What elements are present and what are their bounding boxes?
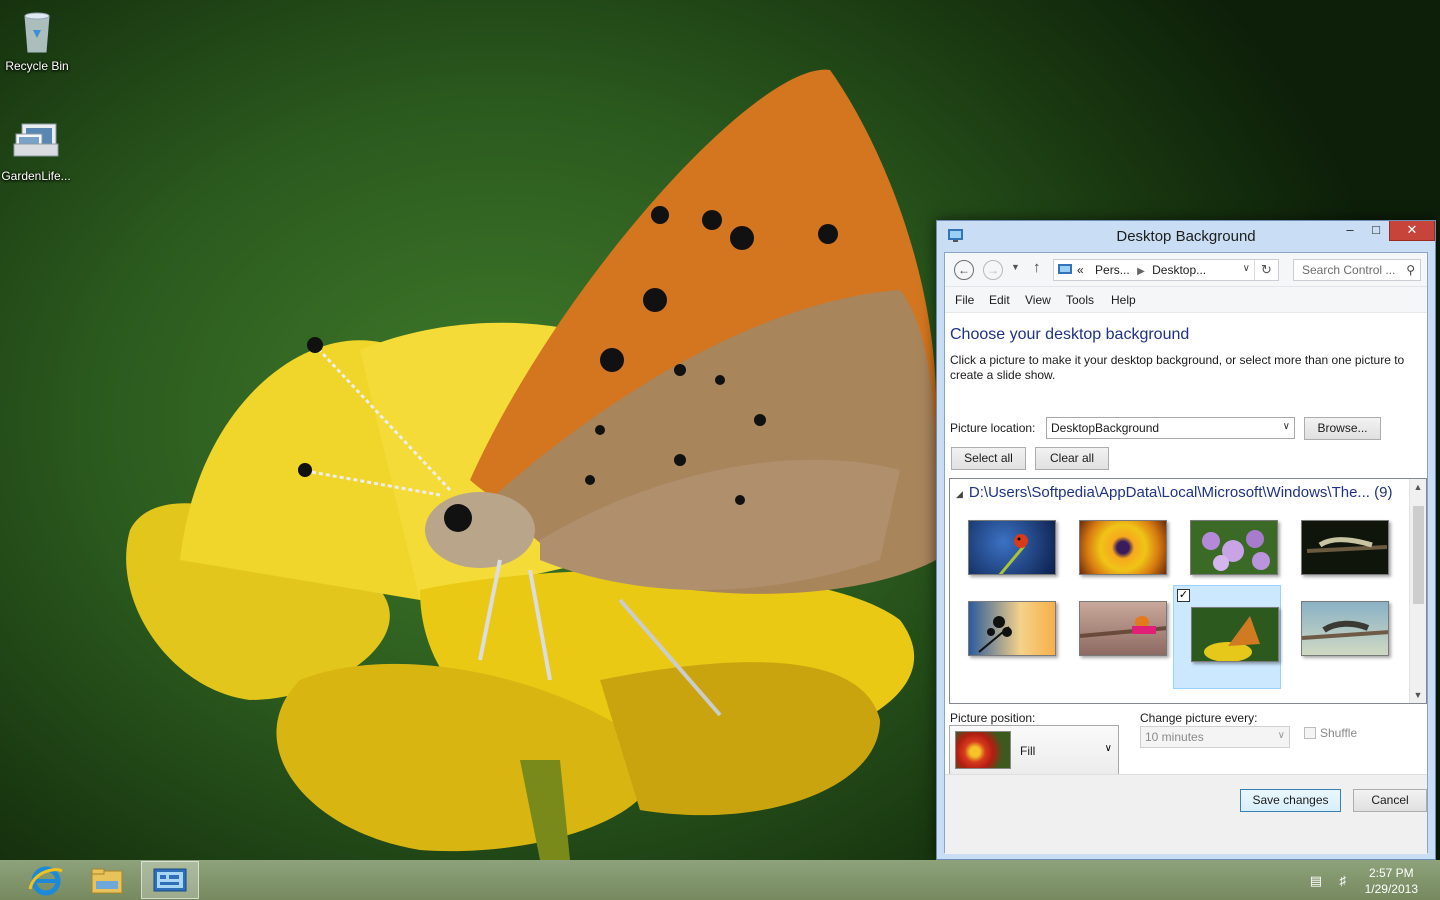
back-icon[interactable]: ← [954, 260, 974, 280]
desktop-icon-label: Recycle Bin [5, 59, 69, 73]
search-input[interactable]: Search Control ... ⚲ [1293, 259, 1421, 281]
volume-icon[interactable]: ♯ [1340, 873, 1347, 888]
breadcrumb-overflow[interactable]: « [1077, 263, 1084, 277]
taskbar-control-panel[interactable] [141, 861, 199, 899]
picture-position-preview [955, 731, 1011, 769]
desktop-icon-recycle-bin[interactable]: Recycle Bin [1, 8, 73, 73]
minimize-button[interactable]: – [1337, 221, 1363, 241]
recycle-bin-icon [13, 8, 61, 56]
page-description: Click a picture to make it your desktop … [950, 353, 1405, 382]
control-panel-icon [153, 868, 187, 892]
window-client-area: ← → ▼ ↑ « Pers... ▶ Desktop... ∨ ↻ Searc… [944, 252, 1428, 854]
picture-location-select[interactable]: DesktopBackground ∨ [1046, 417, 1295, 439]
title-bar[interactable]: Desktop Background – □ ✕ [937, 221, 1435, 251]
theme-pack-icon [12, 118, 60, 166]
thumbnail-image [1079, 520, 1167, 575]
select-all-button[interactable]: Select all [951, 447, 1026, 470]
dialog-footer: Save changes Cancel [945, 774, 1427, 854]
shuffle-label: Shuffle [1320, 726, 1358, 740]
checkbox-box[interactable] [1304, 727, 1316, 739]
browse-button[interactable]: Browse... [1304, 417, 1381, 440]
scrollbar-thumb[interactable] [1413, 506, 1424, 604]
refresh-icon[interactable]: ↻ [1254, 260, 1278, 280]
group-path: D:\Users\Softpedia\AppData\Local\Microso… [968, 484, 1370, 501]
menu-item-help[interactable]: Help [1111, 293, 1136, 307]
scroll-down-icon[interactable]: ▼ [1410, 687, 1426, 703]
thumbnail-caterpillar-branch[interactable] [1284, 585, 1392, 689]
thumbnail-butterfly-yellow[interactable]: ✓ [1173, 585, 1281, 689]
taskbar-file-explorer[interactable] [78, 861, 136, 899]
desktop-icon-gardenlife[interactable]: GardenLife... [0, 118, 72, 183]
network-icon[interactable]: ▤ [1310, 873, 1322, 889]
menu-item-file[interactable]: File [955, 293, 974, 307]
thumbnail-image [1079, 601, 1167, 656]
menu-item-tools[interactable]: Tools [1066, 293, 1094, 307]
thumbnail-image [1191, 607, 1279, 662]
thumbnail-rosehip-sunset[interactable] [951, 585, 1059, 689]
thumbnail-image [1190, 520, 1278, 575]
search-icon: ⚲ [1406, 263, 1415, 277]
gallery-scrollbar[interactable]: ▲ ▼ [1409, 479, 1426, 703]
group-count: (9) [1374, 484, 1393, 501]
picture-position-select[interactable]: Fill ∨ [949, 725, 1119, 775]
breadcrumb-item-desktop-background[interactable]: Desktop... [1152, 263, 1206, 277]
recent-locations-chevron-icon[interactable]: ▼ [1011, 262, 1020, 272]
thumbnail-image [1301, 520, 1389, 575]
maximize-button[interactable]: □ [1363, 221, 1389, 241]
control-panel-icon [1058, 264, 1072, 276]
menu-bar: File Edit View Tools Help [945, 287, 1427, 313]
chevron-down-icon: ∨ [1104, 743, 1112, 754]
forward-icon[interactable]: → [983, 260, 1003, 280]
breadcrumb: « Pers... ▶ Desktop... [1077, 263, 1206, 277]
change-picture-label: Change picture every: [1140, 711, 1258, 725]
picture-location-label: Picture location: [950, 421, 1036, 435]
up-arrow-icon[interactable]: ↑ [1033, 259, 1041, 276]
desktop-icon-label: GardenLife... [1, 169, 71, 183]
change-interval-select[interactable]: 10 minutes ∨ [1140, 726, 1290, 748]
main-content: Choose your desktop background Click a p… [945, 313, 1427, 775]
picture-gallery: ◢ D:\Users\Softpedia\AppData\Local\Micros… [949, 478, 1427, 704]
thumbnail-ladybug-branch[interactable] [1062, 585, 1170, 689]
picture-position-label: Picture position: [950, 711, 1036, 725]
menu-item-edit[interactable]: Edit [989, 293, 1010, 307]
picture-position-value: Fill [1020, 744, 1036, 758]
change-interval-value: 10 minutes [1145, 730, 1204, 744]
clear-all-button[interactable]: Clear all [1035, 447, 1109, 470]
desktop-background-window: Desktop Background – □ ✕ ← → ▼ ↑ « Pers.… [936, 220, 1436, 860]
taskbar-internet-explorer[interactable] [16, 861, 74, 899]
taskbar: ▤ ♯ 2:57 PM 1/29/2013 [0, 860, 1440, 900]
close-button[interactable]: ✕ [1389, 221, 1435, 241]
clock-time: 2:57 PM [1368, 866, 1414, 880]
navigation-bar: ← → ▼ ↑ « Pers... ▶ Desktop... ∨ ↻ Searc… [945, 253, 1427, 287]
thumbnail-image [968, 601, 1056, 656]
chevron-down-icon: ∨ [1282, 421, 1290, 432]
search-placeholder: Search Control ... [1302, 263, 1396, 277]
internet-explorer-icon [28, 866, 63, 896]
thumbnail-image [968, 520, 1056, 575]
save-changes-button[interactable]: Save changes [1240, 789, 1341, 812]
breadcrumb-separator-icon[interactable]: ▶ [1137, 266, 1145, 277]
picture-group-header[interactable]: ◢ D:\Users\Softpedia\AppData\Local\Micros… [956, 484, 1392, 501]
shuffle-checkbox[interactable]: Shuffle [1304, 726, 1357, 740]
system-clock[interactable]: 2:57 PM 1/29/2013 [1365, 865, 1418, 897]
chevron-down-icon: ∨ [1277, 730, 1285, 741]
clock-date: 1/29/2013 [1364, 882, 1418, 896]
address-dropdown-chevron-icon[interactable]: ∨ [1243, 263, 1250, 274]
address-bar[interactable]: « Pers... ▶ Desktop... ∨ ↻ [1053, 259, 1279, 281]
menu-item-view[interactable]: View [1025, 293, 1051, 307]
picture-location-value: DesktopBackground [1051, 421, 1160, 435]
collapse-triangle-icon[interactable]: ◢ [956, 489, 963, 499]
scroll-up-icon[interactable]: ▲ [1410, 479, 1426, 495]
page-title: Choose your desktop background [950, 326, 1190, 343]
selected-checkbox[interactable]: ✓ [1177, 589, 1190, 602]
thumbnail-image [1301, 601, 1389, 656]
cancel-button[interactable]: Cancel [1353, 789, 1427, 812]
file-explorer-icon [91, 868, 123, 894]
breadcrumb-item-personalization[interactable]: Pers... [1095, 263, 1130, 277]
